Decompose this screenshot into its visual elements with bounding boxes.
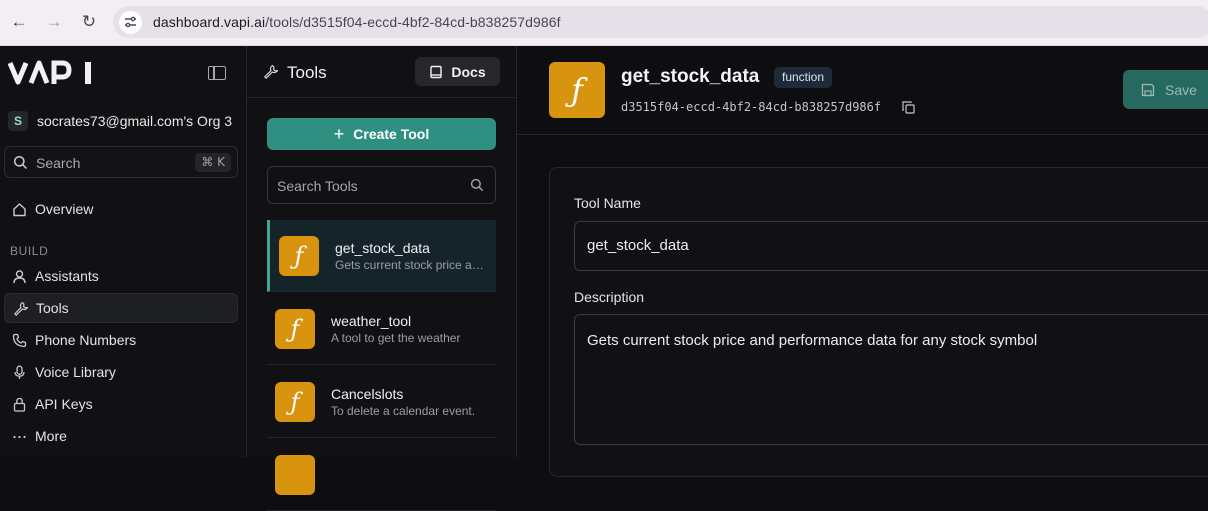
- search-icon: [470, 178, 484, 192]
- description-label: Description: [574, 289, 645, 305]
- section-label-build: BUILD: [10, 244, 49, 258]
- site-settings-icon[interactable]: [119, 11, 142, 34]
- book-icon: [430, 65, 443, 78]
- description-textarea[interactable]: Gets current stock price and performance…: [574, 314, 1208, 445]
- nav-item-label: Overview: [35, 201, 94, 217]
- tools-panel-header: Tools Docs: [247, 46, 516, 98]
- sidebar-search-label: Search: [36, 155, 81, 171]
- tools-search-input[interactable]: Search Tools: [267, 166, 496, 204]
- tool-list-item-desc: Gets current stock price and performance…: [335, 258, 485, 272]
- create-tool-label: Create Tool: [353, 126, 430, 142]
- tool-name-input[interactable]: get_stock_data: [574, 221, 1208, 271]
- nav-item-label: Tools: [36, 300, 69, 316]
- url-path: /tools/d3515f04-eccd-4bf2-84cd-b838257d9…: [265, 14, 561, 30]
- nav-item-api-keys[interactable]: API Keys: [4, 389, 238, 419]
- back-arrow-icon[interactable]: ←: [8, 11, 30, 33]
- nav-item-label: API Keys: [35, 396, 93, 412]
- nav-item-voice-library[interactable]: Voice Library: [4, 357, 238, 387]
- tool-detail: ƒ get_stock_data function d3515f04-eccd-…: [517, 46, 1208, 477]
- function-icon: ƒ: [549, 62, 605, 118]
- sidebar-search[interactable]: Search ⌘ K: [4, 146, 238, 178]
- tool-list-item-name: get_stock_data: [335, 240, 430, 256]
- docs-button-label: Docs: [451, 63, 486, 80]
- vapi-logo[interactable]: [7, 60, 94, 91]
- home-icon: [11, 201, 27, 217]
- tool-form-card: Tool Name get_stock_data Description Get…: [549, 167, 1208, 477]
- search-icon: [13, 155, 28, 170]
- save-button[interactable]: Save: [1123, 70, 1208, 109]
- tool-list-item-desc: To delete a calendar event.: [331, 404, 476, 418]
- tool-title: get_stock_data: [621, 66, 760, 87]
- tool-id: d3515f04-eccd-4bf2-84cd-b838257d986f: [621, 100, 882, 114]
- org-name: socrates73@gmail.com's Org 3: [37, 113, 233, 129]
- tool-list-item[interactable]: ƒ get_stock_data Gets current stock pric…: [267, 220, 496, 292]
- wrench-icon: [264, 64, 278, 79]
- address-bar[interactable]: dashboard.vapi.ai/tools/d3515f04-eccd-4b…: [113, 6, 1208, 38]
- nav-item-phone-numbers[interactable]: Phone Numbers: [4, 325, 238, 355]
- tool-type-badge: function: [774, 67, 833, 88]
- tool-detail-header: ƒ get_stock_data function d3515f04-eccd-…: [517, 46, 1208, 135]
- tool-list-item[interactable]: [267, 439, 496, 511]
- nav-item-overview[interactable]: Overview: [4, 194, 238, 224]
- tool-list-item-desc: A tool to get the weather: [331, 331, 461, 345]
- function-icon: ƒ: [275, 309, 315, 349]
- wrench-icon: [12, 300, 28, 316]
- nav-item-assistants[interactable]: Assistants: [4, 261, 238, 291]
- mic-icon: [11, 364, 27, 380]
- reload-icon[interactable]: ↻: [78, 11, 100, 33]
- more-icon: [11, 428, 27, 444]
- url-host: dashboard.vapi.ai: [153, 14, 266, 30]
- phone-icon: [11, 332, 27, 348]
- create-tool-button[interactable]: + Create Tool: [267, 118, 496, 150]
- nav-item-label: Voice Library: [35, 364, 116, 380]
- save-icon: [1141, 83, 1155, 96]
- function-icon: ƒ: [279, 236, 319, 276]
- tool-name-label: Tool Name: [574, 195, 641, 211]
- left-navigation: S socrates73@gmail.com's Org 3 Search ⌘ …: [0, 46, 247, 457]
- tools-search-placeholder: Search Tools: [277, 178, 358, 194]
- docs-button[interactable]: Docs: [415, 57, 500, 86]
- sidebar-collapse-icon[interactable]: [208, 66, 226, 80]
- org-switcher[interactable]: S socrates73@gmail.com's Org 3: [8, 110, 244, 132]
- tool-list-item-name: weather_tool: [331, 313, 412, 329]
- nav-item-label: More: [35, 428, 67, 444]
- function-icon: ƒ: [275, 382, 315, 422]
- forward-arrow-icon[interactable]: →: [43, 11, 65, 33]
- user-icon: [11, 268, 27, 284]
- tools-panel: Tools Docs + Create Tool Search Tools ƒ …: [247, 46, 517, 511]
- lock-icon: [11, 396, 27, 412]
- save-button-label: Save: [1165, 81, 1197, 98]
- nav-item-label: Assistants: [35, 268, 99, 284]
- search-shortcut: ⌘ K: [195, 153, 231, 172]
- nav-item-label: Phone Numbers: [35, 332, 137, 348]
- tools-panel-title: Tools: [287, 63, 327, 82]
- browser-toolbar: ← → ↻ dashboard.vapi.ai/tools/d3515f04-e…: [0, 0, 1208, 46]
- tool-list-item-name: Cancelslots: [331, 386, 404, 402]
- function-icon: [275, 455, 315, 495]
- url-text: dashboard.vapi.ai/tools/d3515f04-eccd-4b…: [153, 14, 561, 30]
- tool-list-item[interactable]: ƒ Cancelslots To delete a calendar event…: [267, 366, 496, 438]
- nav-item-more[interactable]: More: [4, 421, 238, 451]
- plus-icon: +: [333, 124, 345, 144]
- tool-list-item[interactable]: ƒ weather_tool A tool to get the weather: [267, 293, 496, 365]
- copy-icon[interactable]: [902, 101, 915, 114]
- org-avatar: S: [8, 111, 28, 131]
- nav-item-tools[interactable]: Tools: [4, 293, 238, 323]
